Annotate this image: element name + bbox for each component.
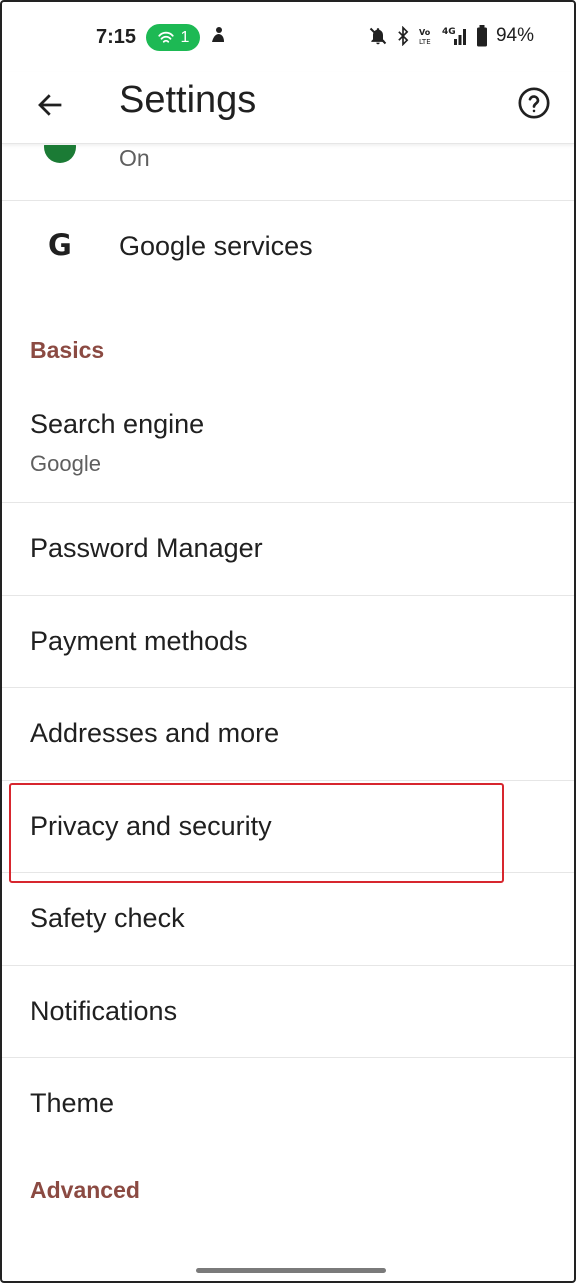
status-icons: Vo LTE 4G 94% (368, 25, 534, 47)
password-manager-item[interactable]: Password Manager (2, 503, 574, 596)
addresses-label: Addresses and more (30, 718, 280, 748)
safety-check-label: Safety check (30, 903, 185, 933)
volte-icon: VoLTE (419, 28, 431, 46)
svg-text:Vo: Vo (419, 28, 431, 37)
settings-list: On G Google services Basics Search engin… (2, 145, 574, 1231)
battery-icon (476, 25, 487, 47)
back-button[interactable] (30, 85, 70, 125)
hotspot-icon (157, 31, 174, 43)
hotspot-pill: 1 (146, 24, 200, 51)
addresses-item[interactable]: Addresses and more (2, 688, 574, 781)
status-time: 7:15 (96, 26, 137, 48)
status-bar: 7:15 1 Vo LTE 4G 94% (2, 2, 574, 72)
help-circle-icon (518, 87, 550, 119)
google-services-label: Google services (119, 231, 313, 261)
theme-label: Theme (30, 1088, 115, 1118)
notification-app-icon (210, 26, 226, 49)
sync-item-partial[interactable]: On (2, 145, 574, 201)
svg-text:G: G (48, 229, 72, 259)
privacy-security-label: Privacy and security (30, 811, 272, 841)
svg-text:LTE: LTE (419, 38, 431, 46)
advanced-label: Advanced (30, 1177, 140, 1203)
page-title: Settings (119, 79, 257, 121)
privacy-security-item[interactable]: Privacy and security (2, 781, 574, 873)
google-g-icon: G (48, 229, 72, 259)
payment-methods-item[interactable]: Payment methods (2, 596, 574, 688)
account-avatar-icon (44, 145, 76, 163)
mute-icon (369, 27, 387, 45)
search-engine-label: Search engine (30, 409, 205, 439)
notifications-item[interactable]: Notifications (2, 966, 574, 1058)
safety-check-item[interactable]: Safety check (2, 873, 574, 966)
phone-screen: 7:15 1 Vo LTE 4G 94% Settings On G Googl… (0, 0, 576, 1283)
signal-4g-icon: 4G (442, 27, 466, 45)
password-manager-label: Password Manager (30, 533, 263, 563)
app-bar: Settings (2, 72, 574, 144)
section-header-basics: Basics (2, 293, 574, 386)
search-engine-item[interactable]: Search engine Google (2, 386, 574, 503)
google-services-item[interactable]: G Google services (2, 201, 574, 293)
gesture-nav-handle[interactable] (196, 1268, 386, 1273)
bluetooth-icon (398, 26, 409, 46)
svg-text:4G: 4G (442, 27, 456, 37)
help-button[interactable] (514, 83, 554, 123)
hotspot-count: 1 (180, 28, 190, 46)
section-header-advanced: Advanced (2, 1151, 574, 1231)
battery-percent: 94% (495, 25, 534, 46)
sync-status: On (119, 145, 150, 171)
payment-methods-label: Payment methods (30, 626, 248, 656)
theme-item[interactable]: Theme (2, 1058, 574, 1151)
notifications-label: Notifications (30, 996, 178, 1026)
basics-label: Basics (30, 337, 105, 363)
arrow-back-icon (38, 94, 62, 116)
search-engine-value: Google (30, 451, 101, 476)
